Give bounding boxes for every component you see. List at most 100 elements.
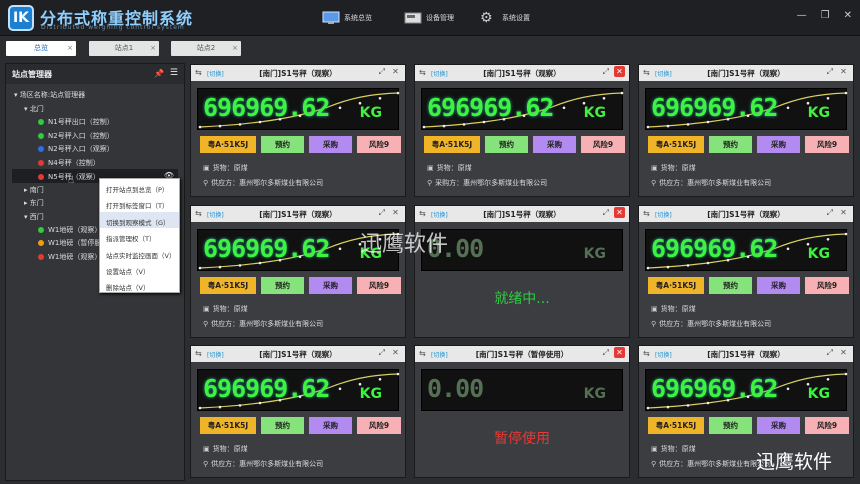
reserve-button[interactable]: 预约 [261,277,304,294]
purchase-button[interactable]: 采购 [533,136,576,153]
close-window-button[interactable]: ✕ [844,10,852,21]
ctx-settings[interactable]: 设置站点（V） [100,261,179,277]
gear-icon: ⚙ [480,10,493,26]
tab-overview[interactable]: 总览 × [6,41,76,56]
close-card-icon[interactable]: ✕ [838,66,849,77]
mouse-cursor-icon: ☝ [68,175,75,186]
nav-devices[interactable]: 设备管理 [404,8,454,28]
risk-button[interactable]: 风险9 [805,136,849,153]
maximize-icon[interactable]: ⤢ [827,348,833,358]
weight-display: 0.00 KG [421,229,623,271]
party-info: ⚲ 供应方：惠州鄂尔多斯煤业有限公司 [203,178,323,188]
close-tab-icon[interactable]: × [67,41,73,56]
maximize-icon[interactable]: ⤢ [603,348,609,358]
tree-item[interactable]: N1号秤出口（控制） [38,117,114,127]
goods-info: ▣ 货物：原煤 [651,444,696,454]
tree-group-west[interactable]: ▾ 西门 [24,212,44,222]
tab-station1[interactable]: 站点1 × [89,41,159,56]
tree-group-east[interactable]: ▸ 东门 [24,198,44,208]
close-card-icon[interactable]: ✕ [390,347,401,358]
reserve-button[interactable]: 预约 [709,136,752,153]
close-card-icon[interactable]: ✕ [390,207,401,218]
weight-value: 696969.62 [203,374,330,403]
plate-badge[interactable]: 粤A·51K5J [200,417,256,434]
tree-item[interactable]: W1地磅（暂停服 [38,238,101,248]
card-actions: 粤A·51K5J 预约 采购 风险9 [645,417,849,434]
weight-unit: KG [807,386,830,402]
tab-label: 站点1 [114,44,134,52]
plate-badge[interactable]: 粤A·51K5J [648,277,704,294]
weight-value: 0.00 [427,374,484,403]
reserve-button[interactable]: 预约 [485,136,528,153]
risk-button[interactable]: 风险9 [581,136,625,153]
ctx-assign-admin[interactable]: 指派管理权（T） [100,228,179,244]
reserve-button[interactable]: 预约 [261,136,304,153]
purchase-button[interactable]: 采购 [309,277,352,294]
close-tab-icon[interactable]: × [150,41,156,56]
close-card-icon[interactable]: ✕ [838,347,849,358]
tree-item[interactable]: W1地磅（观察） [38,252,101,262]
tree-item[interactable]: N2号秤入口（观察） [38,144,114,154]
nav-overview[interactable]: 系统总览 [322,8,372,28]
tree-root[interactable]: ▾ 场区名称:站点管理器 [14,90,85,100]
close-tab-icon[interactable]: × [232,41,238,56]
reserve-button[interactable]: 预约 [709,417,752,434]
scale-card: ⇆ [切换] [南门]S1号秤（观察） ⤢ ✕ 696969.62 KG 粤A·51K5J 预约… [190,64,406,197]
tree-item[interactable]: W1地磅（观察） [38,225,101,235]
close-card-icon[interactable]: ✕ [390,66,401,77]
ctx-live-monitor[interactable]: 站点实时监控画面（V） [100,245,179,261]
plate-badge[interactable]: 粤A·51K5J [648,417,704,434]
ctx-open-tab[interactable]: 打开到标签窗口（T） [100,195,179,211]
close-card-icon[interactable]: ✕ [614,66,625,77]
maximize-icon[interactable]: ⤢ [379,208,385,218]
purchase-button[interactable]: 采购 [757,417,800,434]
risk-button[interactable]: 风险9 [357,136,401,153]
card-header: ⇆ [切换] [南门]S1号秤（观察） ⤢ ✕ [639,65,853,81]
nav-settings[interactable]: ⚙ 系统设置 [480,8,530,28]
close-card-icon[interactable]: ✕ [614,347,625,358]
maximize-icon[interactable]: ⤢ [379,348,385,358]
device-icon [404,12,422,24]
restore-button[interactable]: ❐ [821,10,830,21]
plate-badge[interactable]: 粤A·51K5J [200,136,256,153]
plate-badge[interactable]: 粤A·51K5J [648,136,704,153]
ctx-switch-observe[interactable]: 切换到观察模式（G） [100,211,179,229]
plate-badge[interactable]: 粤A·51K5J [200,277,256,294]
reserve-button[interactable]: 预约 [709,277,752,294]
maximize-icon[interactable]: ⤢ [603,208,609,218]
maximize-icon[interactable]: ⤢ [827,208,833,218]
risk-button[interactable]: 风险9 [357,277,401,294]
maximize-icon[interactable]: ⤢ [603,67,609,77]
reserve-button[interactable]: 预约 [261,417,304,434]
goods-label: 货物： [212,305,234,313]
tree-item[interactable]: N4号秤（控制） [38,158,100,168]
pin-icon[interactable]: 📌 [154,69,164,78]
purchase-button[interactable]: 采购 [309,136,352,153]
purchase-button[interactable]: 采购 [757,136,800,153]
ctx-open-overview[interactable]: 打开站点到总览（P） [100,179,179,195]
close-card-icon[interactable]: ✕ [614,207,625,218]
risk-button[interactable]: 风险9 [805,417,849,434]
risk-button[interactable]: 风险9 [805,277,849,294]
tree-group-south[interactable]: ▸ 南门 [24,185,44,195]
plate-badge[interactable]: 粤A·51K5J [424,136,480,153]
maximize-icon[interactable]: ⤢ [379,67,385,77]
card-title: [南门]S1号秤（观察） [707,350,785,359]
risk-button[interactable]: 风险9 [357,417,401,434]
weight-value: 696969.62 [203,234,330,263]
goods-info: ▣ 货物：原煤 [203,304,248,314]
weight-value: 696969.62 [651,374,778,403]
tree-item[interactable]: N2号秤入口（控制） [38,131,114,141]
menu-icon[interactable]: ☰ [170,68,178,78]
context-menu: 打开站点到总览（P） 打开到标签窗口（T） 切换到观察模式（G） 指派管理权（T… [99,178,180,293]
purchase-button[interactable]: 采购 [309,417,352,434]
tab-station2[interactable]: 站点2 × [171,41,241,56]
maximize-icon[interactable]: ⤢ [827,67,833,77]
close-card-icon[interactable]: ✕ [838,207,849,218]
ctx-delete[interactable]: 删除站点（V） [100,277,179,293]
party-info: ⚲ 供应方：惠州鄂尔多斯煤业有限公司 [651,459,771,469]
tree-group-north[interactable]: ▾ 北门 [24,104,44,114]
tree-item-label: N1号秤出口（控制） [48,118,114,126]
purchase-button[interactable]: 采购 [757,277,800,294]
minimize-button[interactable]: — [797,10,807,21]
